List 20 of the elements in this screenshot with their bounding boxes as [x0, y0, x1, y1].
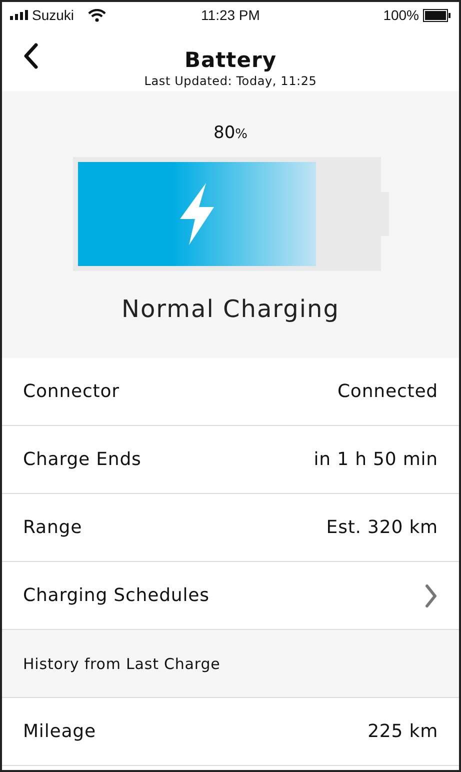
chevron-icon: [424, 584, 438, 608]
section-title: History from Last Charge: [23, 654, 220, 672]
last-updated: Last Updated: Today, 11:25: [144, 74, 317, 88]
battery-icon: [423, 8, 451, 22]
charging-mode: Normal Charging: [122, 295, 340, 323]
row-label: Connector: [23, 381, 120, 402]
signal-icon: [10, 10, 28, 20]
page-title: Battery: [184, 48, 277, 72]
row-value: 225 km: [368, 721, 438, 742]
row-label: Mileage: [23, 721, 96, 742]
wifi-icon: [88, 8, 106, 22]
row-value: Connected: [337, 381, 438, 402]
battery-percent: 100%: [383, 7, 419, 23]
row-label: Charge Ends: [23, 449, 142, 470]
carrier-name: Suzuki: [32, 7, 74, 23]
charge-percent: 80%: [214, 123, 248, 143]
row-value: in 1 h 50 min: [314, 449, 438, 470]
status-time: 11:23 PM: [201, 7, 260, 23]
row-label: Range: [23, 517, 82, 538]
row-value: Est. 320 km: [326, 517, 438, 538]
